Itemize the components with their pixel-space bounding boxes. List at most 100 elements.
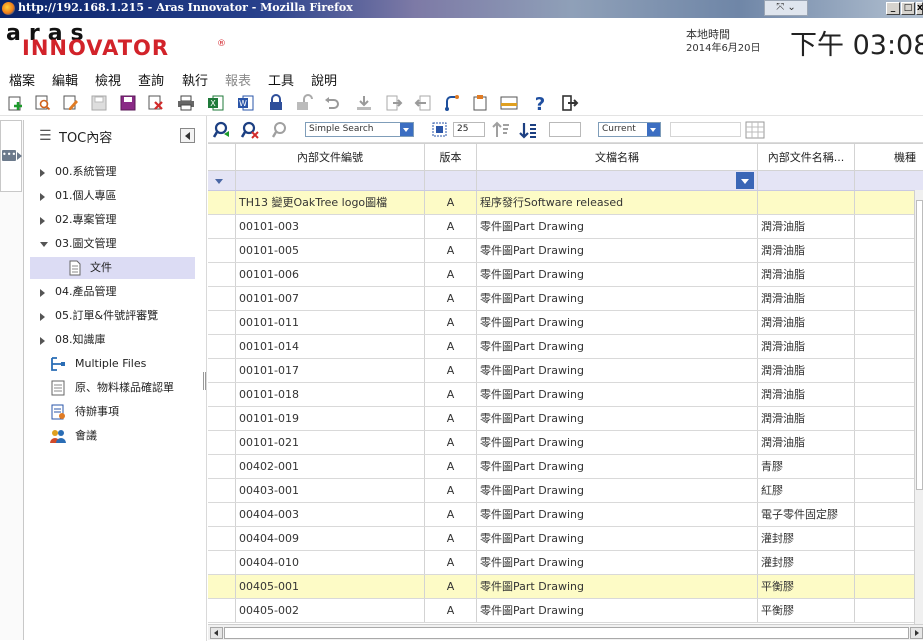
table-row[interactable]: 00402-001 A 零件圖Part Drawing 青膠 — [208, 455, 923, 479]
demote-icon[interactable] — [413, 93, 433, 113]
save-icon[interactable] — [89, 93, 109, 113]
save-close-icon[interactable] — [118, 93, 138, 113]
minimize-button[interactable]: _ — [886, 2, 900, 15]
menu-file[interactable]: 檔案 — [9, 70, 35, 89]
table-row[interactable]: 00405-002 A 零件圖Part Drawing 平衡膠 — [208, 599, 923, 623]
workflow-icon[interactable] — [442, 93, 462, 113]
column-header-doc-name[interactable]: 文檔名稱 — [477, 144, 758, 170]
open-item-icon[interactable] — [33, 93, 53, 113]
row-selector[interactable] — [208, 407, 236, 430]
table-row[interactable]: 00101-021 A 零件圖Part Drawing 潤滑油脂 — [208, 431, 923, 455]
row-selector[interactable] — [208, 527, 236, 550]
row-selector[interactable] — [208, 503, 236, 526]
column-header-internal-name[interactable]: 內部文件名稱... — [758, 144, 855, 170]
table-row[interactable]: 00101-018 A 零件圖Part Drawing 潤滑油脂 — [208, 383, 923, 407]
filter-dropdown-button[interactable] — [736, 172, 754, 189]
menu-help[interactable]: 說明 — [311, 70, 337, 89]
tab-list-button[interactable]: ⤧ ⌄ — [764, 0, 808, 16]
menu-edit[interactable]: 編輯 — [52, 70, 78, 89]
close-button[interactable]: x — [916, 2, 923, 15]
table-row[interactable]: 00101-019 A 零件圖Part Drawing 潤滑油脂 — [208, 407, 923, 431]
toc-item-multiple-files[interactable]: Multiple Files — [25, 353, 207, 375]
filter-internal-name[interactable] — [758, 171, 855, 190]
toc-item-system[interactable]: 00.系統管理 — [25, 161, 207, 183]
search-mode-select[interactable]: Simple Search — [305, 122, 414, 137]
horizontal-scroll-thumb[interactable] — [224, 627, 909, 639]
filter-revision[interactable] — [425, 171, 477, 190]
table-row[interactable]: 00101-006 A 零件圖Part Drawing 潤滑油脂 — [208, 263, 923, 287]
row-selector[interactable] — [208, 215, 236, 238]
table-row[interactable]: 00101-005 A 零件圖Part Drawing 潤滑油脂 — [208, 239, 923, 263]
toc-item-material-form[interactable]: 原、物料樣品確認單 — [25, 377, 207, 399]
expand-arrow-icon[interactable] — [40, 169, 45, 177]
view-toggle-icon[interactable] — [499, 93, 519, 113]
expand-arrow-icon[interactable] — [40, 313, 45, 321]
row-selector[interactable] — [208, 431, 236, 454]
expand-arrow-icon[interactable] — [40, 337, 45, 345]
row-selector[interactable] — [208, 479, 236, 502]
horizontal-scrollbar[interactable] — [208, 624, 923, 640]
table-row[interactable]: 00405-001 A 零件圖Part Drawing 平衡膠 — [208, 575, 923, 599]
collapse-arrow-icon[interactable] — [40, 242, 48, 247]
export-word-icon[interactable]: W — [236, 93, 256, 113]
menu-actions[interactable]: 執行 — [182, 70, 208, 89]
filter-doc-name[interactable] — [477, 171, 758, 190]
toc-item-projects[interactable]: 02.專案管理 — [25, 209, 207, 231]
row-selector[interactable] — [208, 551, 236, 574]
row-selector[interactable] — [208, 359, 236, 382]
date-filter-input[interactable] — [670, 122, 741, 137]
row-selector[interactable] — [208, 263, 236, 286]
scroll-right-button[interactable] — [910, 627, 923, 639]
menu-tools[interactable]: 工具 — [268, 70, 294, 89]
clipboard-icon[interactable] — [470, 93, 490, 113]
filter-selector-cell[interactable] — [208, 171, 236, 190]
logout-icon[interactable] — [560, 93, 580, 113]
toc-item-todo[interactable]: 待辦事項 — [25, 401, 207, 423]
table-row[interactable]: 00404-010 A 零件圖Part Drawing 灌封膠 — [208, 551, 923, 575]
table-row[interactable]: 00403-001 A 零件圖Part Drawing 紅膠 — [208, 479, 923, 503]
version-filter-select[interactable]: Current — [598, 122, 661, 137]
collapse-panel-button[interactable] — [180, 128, 195, 143]
row-selector[interactable] — [208, 335, 236, 358]
edit-item-icon[interactable] — [61, 93, 81, 113]
clear-search-icon[interactable] — [240, 120, 260, 140]
toc-item-documents-group[interactable]: 03.圖文管理 — [25, 233, 207, 255]
page-number-input[interactable] — [549, 122, 581, 137]
menu-icon[interactable]: ☰ — [39, 128, 52, 144]
menu-reports[interactable]: 報表 — [225, 70, 251, 89]
toc-item-products[interactable]: 04.產品管理 — [25, 281, 207, 303]
unlock-icon[interactable] — [294, 93, 314, 113]
page-size-input[interactable]: 25 — [453, 122, 485, 137]
table-row[interactable]: 00101-014 A 零件圖Part Drawing 潤滑油脂 — [208, 335, 923, 359]
menu-view[interactable]: 檢視 — [95, 70, 121, 89]
export-excel-icon[interactable]: X — [206, 93, 226, 113]
column-header-doc-number[interactable]: 內部文件編號 — [236, 144, 425, 170]
expand-arrow-icon[interactable] — [40, 217, 45, 225]
panel-splitter[interactable] — [203, 372, 206, 390]
scroll-left-button[interactable] — [210, 627, 223, 639]
grid-layout-icon[interactable] — [745, 120, 765, 140]
table-row[interactable]: TH13 變更OakTree logo圖檔 A 程序發行Software relea… — [208, 191, 923, 215]
row-selector[interactable] — [208, 599, 236, 622]
table-row[interactable]: 00404-009 A 零件圖Part Drawing 灌封膠 — [208, 527, 923, 551]
maximize-button[interactable]: □ — [901, 2, 915, 15]
toc-item-orders[interactable]: 05.訂單&件號評審覽 — [25, 305, 207, 327]
print-icon[interactable] — [176, 93, 196, 113]
undo-icon[interactable] — [322, 93, 342, 113]
expand-arrow-icon[interactable] — [40, 289, 45, 297]
vertical-scroll-thumb[interactable] — [916, 200, 923, 490]
column-header-revision[interactable]: 版本 — [425, 144, 477, 170]
table-row[interactable]: 00101-011 A 零件圖Part Drawing 潤滑油脂 — [208, 311, 923, 335]
row-selector[interactable] — [208, 383, 236, 406]
row-selector[interactable] — [208, 455, 236, 478]
download-icon[interactable] — [354, 93, 374, 113]
row-selector[interactable] — [208, 311, 236, 334]
table-row[interactable]: 00101-017 A 零件圖Part Drawing 潤滑油脂 — [208, 359, 923, 383]
run-search-icon[interactable] — [212, 120, 232, 140]
panel-toggle-tab[interactable]: ••• — [0, 120, 22, 192]
toc-item-personal[interactable]: 01.個人專區 — [25, 185, 207, 207]
expand-arrow-icon[interactable] — [40, 193, 45, 201]
promote-icon[interactable] — [384, 93, 404, 113]
row-selector[interactable] — [208, 575, 236, 598]
row-selector[interactable] — [208, 191, 236, 214]
